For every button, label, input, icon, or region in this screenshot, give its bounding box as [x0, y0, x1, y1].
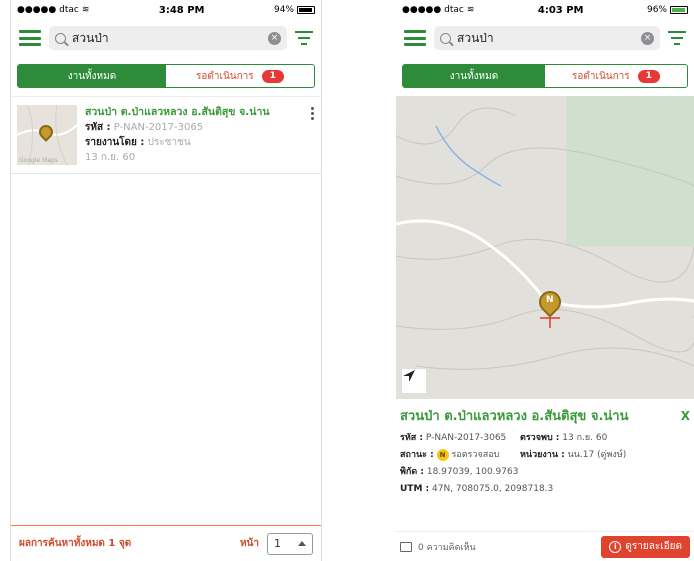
close-icon[interactable]: X	[681, 409, 690, 423]
item-code: P-NAN-2017-3065	[113, 122, 204, 133]
search-value: สวนป่า	[72, 30, 109, 45]
detail-unit: นน.17 (ดู่พงษ์)	[567, 450, 627, 460]
detail-utm: 47N, 708075.0, 2098718.3	[432, 484, 554, 494]
left-phone-screen: ●●●●● dtac ≋ 3:48 PM 94% สวนป่า × งานทั้ง…	[10, 0, 322, 561]
map-thumbnail: Google Maps	[17, 105, 77, 165]
pending-count-badge: 1	[261, 69, 284, 83]
page-number: 1	[274, 537, 281, 550]
tab-all-label: งานทั้งหมด	[67, 70, 117, 82]
pin-letter: N	[546, 295, 554, 305]
segment-control: งานทั้งหมด รอดำเนินการ 1	[402, 64, 688, 88]
detail-code: P-NAN-2017-3065	[425, 433, 507, 443]
utm-label: UTM :	[400, 484, 430, 494]
search-row: สวนป่า ×	[11, 20, 321, 56]
search-row: สวนป่า ×	[396, 20, 694, 56]
results-footer: ผลการค้นหาทั้งหมด 1 จุด หน้า 1	[11, 525, 321, 561]
coords-label: พิกัด :	[400, 467, 424, 477]
info-icon: i	[609, 540, 622, 553]
code-label: รหัส :	[85, 122, 111, 133]
carrier-label: ●●●●● dtac	[17, 5, 79, 15]
tab-pending[interactable]: รอดำเนินการ 1	[545, 65, 687, 87]
battery-icon	[296, 6, 315, 14]
status-label: สถานะ :	[400, 450, 434, 460]
comment-icon	[400, 541, 412, 552]
tab-pending[interactable]: รอดำเนินการ 1	[166, 65, 314, 87]
filter-icon[interactable]	[295, 31, 313, 45]
hamburger-menu-icon[interactable]	[19, 30, 41, 46]
hamburger-menu-icon[interactable]	[404, 30, 426, 46]
search-icon	[440, 32, 451, 44]
inspect-label: ตรวจพบ :	[520, 433, 560, 443]
segment-control: งานทั้งหมด รอดำเนินการ 1	[17, 64, 315, 88]
tab-all-jobs[interactable]: งานทั้งหมด	[403, 65, 545, 87]
detail-title: สวนป่า ต.ป่าแลวหลวง อ.สันติสุข จ.น่าน	[400, 409, 629, 424]
comments-button[interactable]: 0 ความคิดเห็น	[400, 540, 476, 554]
detail-status: รอตรวจสอบ	[451, 450, 500, 460]
pending-count-badge: 1	[637, 69, 660, 83]
status-time: 4:03 PM	[537, 4, 584, 16]
search-input[interactable]: สวนป่า ×	[49, 26, 287, 50]
battery-percent: 94%	[273, 5, 294, 15]
more-options-icon[interactable]	[309, 105, 315, 165]
status-bar: ●●●●● dtac ≋ 3:48 PM 94%	[11, 0, 321, 20]
locate-me-icon[interactable]	[402, 369, 426, 393]
clear-search-icon[interactable]: ×	[268, 31, 281, 45]
tab-all-jobs[interactable]: งานทั้งหมด	[18, 65, 166, 87]
battery-percent: 96%	[646, 5, 667, 15]
detail-inspect-date: 13 ก.ย. 60	[562, 433, 608, 443]
item-reporter: ประชาชน	[147, 137, 191, 148]
status-time: 3:48 PM	[158, 4, 205, 16]
view-details-label: ดูรายละเอียด	[625, 541, 682, 552]
item-title: สวนป่า ต.ป่าแลวหลวง อ.สันติสุข จ.น่าน	[85, 106, 270, 118]
tab-pending-label: รอดำเนินการ	[572, 70, 630, 82]
chevron-up-icon	[298, 541, 306, 546]
topographic-map	[396, 96, 694, 370]
search-input[interactable]: สวนป่า ×	[434, 26, 660, 50]
page-selector[interactable]: 1	[267, 532, 313, 555]
battery-icon	[669, 6, 688, 14]
wifi-icon: ≋	[466, 5, 475, 15]
search-icon	[55, 32, 66, 44]
right-phone-screen: ●●●●● dtac ≋ 4:03 PM 96% สวนป่า × งานทั้ง…	[396, 0, 694, 561]
view-details-button[interactable]: i ดูรายละเอียด	[601, 535, 690, 558]
filter-icon[interactable]	[668, 31, 686, 45]
reporter-label: รายงานโดย :	[85, 137, 145, 148]
detail-footer: 0 ความคิดเห็น i ดูรายละเอียด	[396, 531, 694, 561]
search-value: สวนป่า	[457, 30, 494, 45]
carrier-label: ●●●●● dtac	[402, 5, 464, 15]
results-count: ผลการค้นหาทั้งหมด 1 จุด	[19, 538, 132, 549]
map-view[interactable]: N	[396, 96, 694, 399]
status-icon: N	[436, 448, 449, 461]
job-list: Google Maps สวนป่า ต.ป่าแลวหลวง อ.สันติส…	[11, 96, 321, 174]
item-date: 13 ก.ย. 60	[85, 152, 136, 163]
map-credit: Google Maps	[19, 157, 58, 164]
clear-search-icon[interactable]: ×	[641, 31, 654, 45]
status-bar: ●●●●● dtac ≋ 4:03 PM 96%	[396, 0, 694, 20]
tab-all-label: งานทั้งหมด	[449, 70, 499, 82]
comments-count: 0 ความคิดเห็น	[418, 542, 476, 553]
list-item[interactable]: Google Maps สวนป่า ต.ป่าแลวหลวง อ.สันติส…	[11, 97, 321, 174]
page-label: หน้า	[239, 538, 259, 549]
code-label: รหัส :	[400, 433, 423, 443]
wifi-icon: ≋	[81, 5, 90, 15]
unit-label: หน่วยงาน :	[520, 450, 565, 460]
detail-panel: สวนป่า ต.ป่าแลวหลวง อ.สันติสุข จ.น่าน X …	[396, 399, 694, 498]
detail-coords: 18.97039, 100.9763	[426, 467, 519, 477]
tab-pending-label: รอดำเนินการ	[196, 70, 254, 82]
